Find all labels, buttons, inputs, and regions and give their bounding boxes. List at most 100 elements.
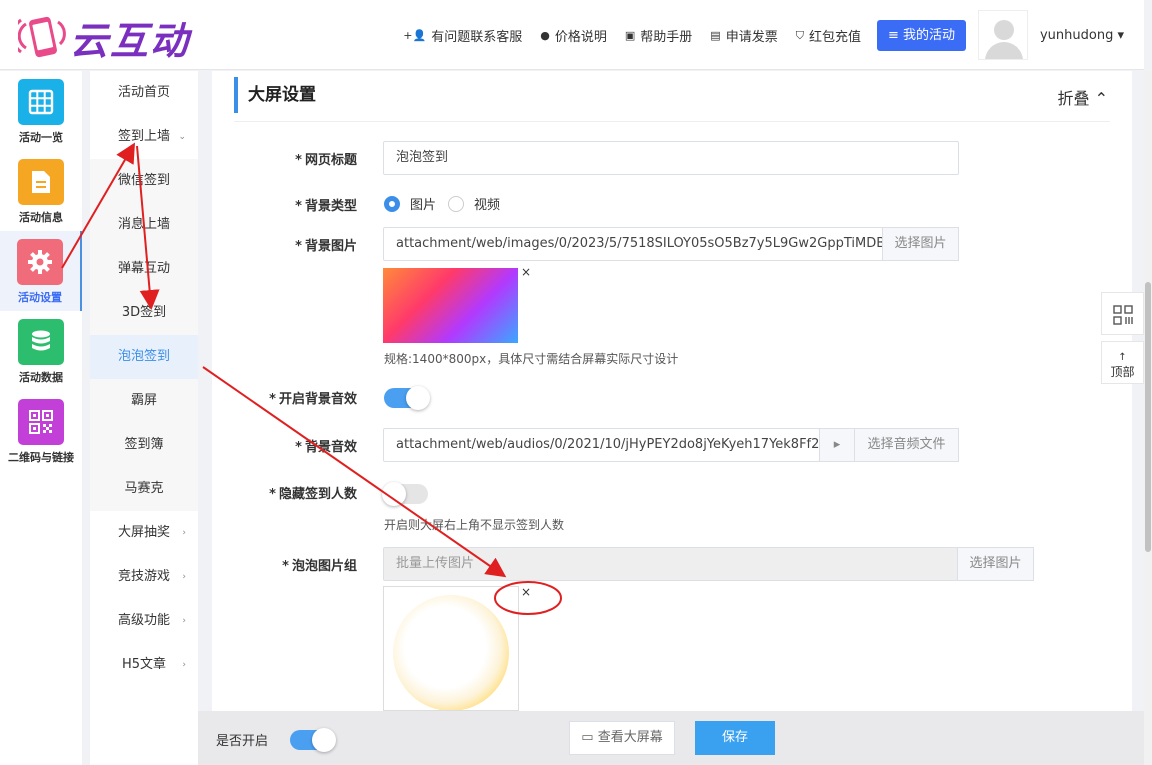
phone-logo-icon xyxy=(11,14,68,62)
primary-sidebar: 活动一览 活动信息 活动设置 活动数据 二维码与链接 xyxy=(0,71,82,765)
submenu-item-danmaku[interactable]: 弹幕互动 xyxy=(90,247,198,291)
bg-music-toggle[interactable] xyxy=(384,386,430,410)
submenu-item-lottery[interactable]: 大屏抽奖 › xyxy=(90,511,198,555)
bg-image-preview xyxy=(383,268,518,343)
back-to-top-button[interactable]: ↑ 顶部 xyxy=(1101,341,1144,384)
submenu-label: 马赛克 xyxy=(124,481,164,496)
submenu-label: 竞技游戏 xyxy=(117,569,170,584)
user-menu[interactable]: yunhudong ▾ xyxy=(977,10,1124,60)
avatar xyxy=(977,10,1028,60)
logo[interactable]: 云互动 xyxy=(11,10,191,65)
chevron-right-icon: › xyxy=(182,528,186,538)
my-activity-button[interactable]: ≡ 我的活动 xyxy=(876,20,966,51)
submenu-item-wechat-checkin[interactable]: 微信签到 xyxy=(90,159,198,203)
hide-count-hint: 开启则大屏右上角不显示签到人数 xyxy=(384,518,565,532)
submenu-label: 泡泡签到 xyxy=(117,349,170,364)
bg-image-label: * 背景图片 xyxy=(295,239,357,254)
username[interactable]: yunhudong ▾ xyxy=(1040,28,1124,43)
qrcode-icon xyxy=(1113,305,1133,325)
sidebar-label: 二维码与链接 xyxy=(8,451,74,464)
select-audio-button[interactable]: 选择音频文件 xyxy=(854,428,959,462)
nav-label: 有问题联系客服 xyxy=(431,30,523,45)
sidebar-item-activity-data[interactable]: 活动数据 xyxy=(0,311,82,391)
pricing-link[interactable]: ● 价格说明 xyxy=(540,26,607,45)
arrow-up-icon: ↑ xyxy=(1118,352,1127,363)
hide-count-label: * 隐藏签到人数 xyxy=(269,487,357,502)
submenu-item-advanced[interactable]: 高级功能 › xyxy=(90,599,198,643)
bg-image-path-input[interactable]: attachment/web/images/0/2023/5/7518SILOY… xyxy=(383,227,883,261)
sidebar-label: 活动一览 xyxy=(19,131,63,144)
secondary-sidebar: 活动首页 签到上墙 ⌄ 微信签到 消息上墙 弹幕互动 3D签到 泡泡签到 霸屏 签… xyxy=(90,71,198,765)
submenu-item-games[interactable]: 竞技游戏 › xyxy=(90,555,198,599)
book-icon: ▣ xyxy=(624,29,636,42)
page-title-input[interactable]: 泡泡签到 xyxy=(383,141,959,175)
submenu-item-bubble-checkin[interactable]: 泡泡签到 xyxy=(90,335,198,379)
bottom-action-bar: 是否开启 ▭ 查看大屏幕 保存 xyxy=(198,711,1144,765)
hide-count-toggle[interactable] xyxy=(382,482,428,506)
submenu-item-h5-article[interactable]: H5文章 › xyxy=(90,643,198,687)
nav-label: 红包充值 xyxy=(808,30,861,45)
bg-music-path-input[interactable]: attachment/web/audios/0/2021/10/jHyPEY2d… xyxy=(383,428,820,462)
help-manual-link[interactable]: ▣ 帮助手册 xyxy=(625,26,692,45)
view-big-screen-button[interactable]: ▭ 查看大屏幕 xyxy=(569,721,675,755)
sidebar-label: 活动信息 xyxy=(19,211,63,224)
sidebar-item-activity-list[interactable]: 活动一览 xyxy=(0,71,82,151)
select-bg-image-button[interactable]: 选择图片 xyxy=(882,227,959,261)
bubble-image xyxy=(393,595,509,710)
sidebar-item-qrcode-links[interactable]: 二维码与链接 xyxy=(0,391,82,471)
contact-support-link[interactable]: +👤 有问题联系客服 xyxy=(403,26,522,45)
sidebar-label: 活动设置 xyxy=(18,291,62,304)
play-icon[interactable]: ▸ xyxy=(819,428,855,462)
recharge-link[interactable]: ⛉ 红包充值 xyxy=(795,26,861,46)
database-icon xyxy=(18,319,64,365)
submenu-item-checkin-wall[interactable]: 签到上墙 ⌄ xyxy=(90,115,198,159)
submenu-label: 弹幕互动 xyxy=(117,261,170,276)
bubble-image-thumbnail xyxy=(383,586,519,711)
bg-size-hint: 规格:1400*800px，具体尺寸需结合屏幕实际尺寸设计 xyxy=(384,352,679,366)
submenu-label: 消息上墙 xyxy=(117,217,170,232)
shield-icon: ⛉ xyxy=(795,28,804,42)
chevron-down-icon: ⌄ xyxy=(178,132,186,142)
close-icon[interactable]: × xyxy=(521,585,531,599)
bg-type-image-radio[interactable]: 图片 xyxy=(384,194,436,213)
close-icon[interactable]: × xyxy=(521,265,531,279)
sidebar-item-activity-info[interactable]: 活动信息 xyxy=(0,151,82,231)
sidebar-item-activity-settings[interactable]: 活动设置 xyxy=(0,231,82,311)
qrcode-icon xyxy=(18,399,64,445)
submenu-item-message-wall[interactable]: 消息上墙 xyxy=(90,203,198,247)
bg-music-label: * 背景音效 xyxy=(295,440,357,455)
coin-icon: ● xyxy=(540,29,550,42)
qrcode-float-button[interactable] xyxy=(1101,292,1144,335)
bubble-upload-input: 批量上传图片 xyxy=(383,547,958,581)
invoice-link[interactable]: ▤ 申请发票 xyxy=(710,26,777,45)
section-title: 大屏设置 xyxy=(234,77,316,113)
save-button[interactable]: 保存 xyxy=(695,721,775,755)
submenu-item-mosaic[interactable]: 马赛克 xyxy=(90,467,198,511)
submenu-item-dominate-screen[interactable]: 霸屏 xyxy=(90,379,198,423)
nav-label: 帮助手册 xyxy=(640,30,693,45)
divider xyxy=(234,121,1110,122)
top-nav: +👤 有问题联系客服 ● 价格说明 ▣ 帮助手册 ▤ 申请发票 ⛉ 红包充值 ≡… xyxy=(385,20,966,51)
submenu-label: 签到上墙 xyxy=(117,129,170,144)
submenu-label: 签到簿 xyxy=(124,437,164,452)
submenu-item-home[interactable]: 活动首页 xyxy=(90,71,198,115)
collapse-button[interactable]: 折叠 ⌃ xyxy=(1058,85,1109,109)
select-bubble-image-button[interactable]: 选择图片 xyxy=(957,547,1034,581)
chevron-right-icon: › xyxy=(182,616,186,626)
bg-type-video-radio[interactable]: 视频 xyxy=(448,194,500,213)
gear-icon xyxy=(17,239,63,285)
nav-label: 价格说明 xyxy=(554,30,607,45)
top-header: 云互动 +👤 有问题联系客服 ● 价格说明 ▣ 帮助手册 ▤ 申请发票 ⛉ 红包… xyxy=(0,0,1144,70)
back-to-top-label: 顶部 xyxy=(1110,365,1135,379)
submenu-item-3d-checkin[interactable]: 3D签到 xyxy=(90,291,198,335)
enable-toggle[interactable] xyxy=(290,728,336,752)
radio-unchecked-icon xyxy=(448,195,464,212)
submenu-label: 大屏抽奖 xyxy=(117,525,170,540)
submenu-label: 微信签到 xyxy=(117,173,170,188)
bubble-group-label: * 泡泡图片组 xyxy=(282,559,357,574)
logo-text: 云互动 xyxy=(70,19,191,63)
radio-checked-icon xyxy=(384,195,400,212)
submenu-item-checkin-book[interactable]: 签到簿 xyxy=(90,423,198,467)
document-icon xyxy=(18,159,64,205)
scrollbar-thumb[interactable] xyxy=(1145,282,1151,552)
